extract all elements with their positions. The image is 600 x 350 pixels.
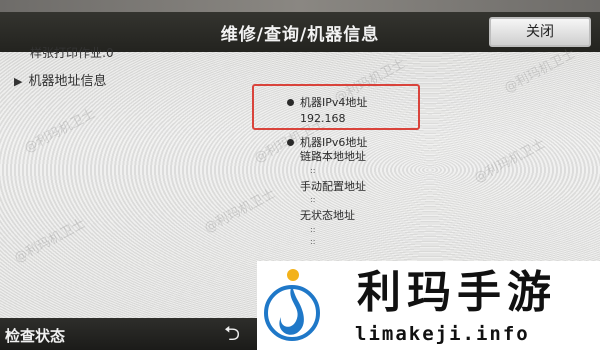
ipv4-label: 机器IPv4地址 (300, 96, 368, 109)
logo-swirl-icon (264, 269, 320, 341)
link-local-value: :: (310, 166, 316, 175)
check-status-button[interactable]: 检查状态 (5, 325, 65, 346)
manual-address-value: :: (310, 195, 316, 204)
device-screen: 维修/查询/机器信息 关闭 @利玛机卫士 @利玛机卫士 @利玛机卫士 @利玛机卫… (0, 0, 600, 350)
close-button[interactable]: 关闭 (489, 17, 591, 47)
logo-url: limakeji.info (355, 323, 530, 345)
logo-title: 利玛手游 (357, 267, 557, 318)
ipv4-value: 192.168 (300, 112, 346, 125)
watermark: @利玛机卫士 (471, 136, 548, 187)
bullet-icon (287, 99, 294, 106)
sample-print-jobs-text: 样张打印作业:0 (30, 46, 114, 60)
stateless-address-value: :: (310, 225, 316, 234)
manual-address-label: 手动配置地址 (300, 180, 366, 193)
ipv6-label: 机器IPv6地址 (300, 136, 368, 149)
bullet-icon (287, 139, 294, 146)
watermark: @利玛机卫士 (201, 186, 278, 237)
machine-address-info-label: 机器地址信息 (28, 74, 107, 89)
expand-triangle-icon: ▶ (14, 75, 23, 88)
watermark: @利玛机卫士 (11, 216, 88, 267)
stateless-address-label: 无状态地址 (300, 209, 355, 222)
machine-address-info-item[interactable]: ▶ 机器地址信息 (14, 70, 106, 89)
back-arrow-icon[interactable]: ⮌ (214, 319, 250, 347)
site-logo-overlay: 利玛手游 limakeji.info (257, 261, 600, 350)
link-local-label: 链路本地地址 (300, 150, 366, 163)
watermark: @利玛机卫士 (21, 106, 98, 157)
stateless-address-value: :: (310, 237, 316, 246)
top-frame (0, 0, 600, 12)
